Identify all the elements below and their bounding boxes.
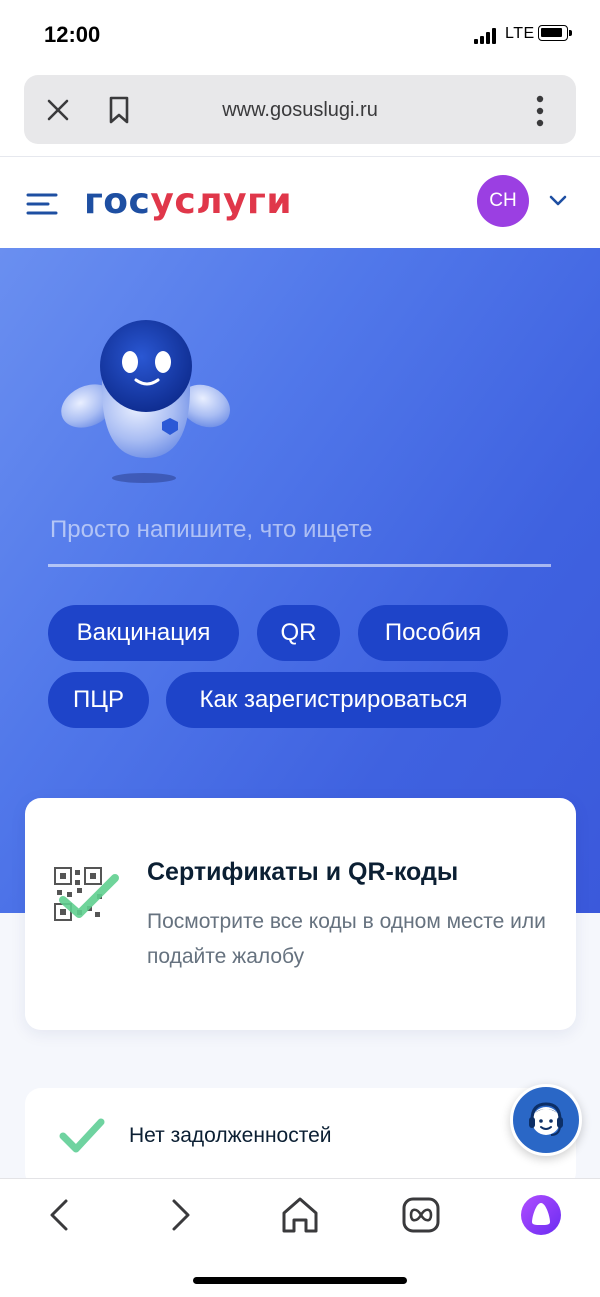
qr-check-icon — [54, 867, 119, 921]
search-underline — [48, 564, 551, 567]
menu-icon[interactable] — [26, 192, 58, 216]
card-subtitle: Посмотрите все коды в одном месте или по… — [147, 910, 546, 968]
avatar[interactable]: СН — [477, 175, 529, 227]
chevron-down-icon[interactable] — [549, 195, 567, 207]
chip-benefits[interactable]: Пособия — [358, 605, 508, 661]
url-text[interactable]: www.gosuslugi.ru — [24, 99, 576, 122]
tabs-icon[interactable] — [399, 1193, 443, 1237]
status-bar: 12:00 LTE — [0, 0, 600, 72]
certificates-card[interactable]: Сертификаты и QR-коды Посмотрите все код… — [25, 798, 576, 1030]
network-label: LTE — [505, 25, 535, 42]
chip-pcr[interactable]: ПЦР — [48, 672, 149, 728]
support-button[interactable] — [510, 1084, 582, 1156]
browser-bottom-bar — [0, 1178, 600, 1297]
robot-assistant-icon — [61, 320, 231, 483]
signal-icon — [474, 28, 496, 44]
site-header: госуслуги СН — [0, 156, 600, 248]
search-input[interactable] — [48, 510, 555, 550]
debt-status-card[interactable]: Нет задолженностей — [25, 1088, 576, 1188]
browser-toolbar: www.gosuslugi.ru — [0, 72, 600, 156]
chip-qr[interactable]: QR — [257, 605, 340, 661]
chip-vaccination[interactable]: Вакцинация — [48, 605, 239, 661]
card-title: Сертификаты и QR-коды — [147, 858, 459, 886]
check-icon — [59, 1118, 105, 1153]
address-bar[interactable]: www.gosuslugi.ru — [24, 75, 576, 144]
logo-part1: гос — [84, 181, 151, 222]
status-time: 12:00 — [44, 22, 101, 47]
home-icon[interactable] — [278, 1193, 322, 1237]
home-indicator — [193, 1277, 407, 1284]
logo[interactable]: госуслуги — [84, 181, 292, 222]
more-vertical-icon[interactable] — [536, 95, 544, 127]
back-icon[interactable] — [38, 1193, 82, 1237]
logo-part2: услуги — [150, 181, 293, 222]
support-agent-icon — [529, 1102, 563, 1136]
debt-status-text: Нет задолженностей — [129, 1124, 332, 1147]
forward-icon[interactable] — [158, 1193, 202, 1237]
chip-how-to-register[interactable]: Как зарегистрироваться — [166, 672, 501, 728]
alice-icon[interactable] — [519, 1193, 563, 1237]
battery-icon — [538, 25, 572, 41]
